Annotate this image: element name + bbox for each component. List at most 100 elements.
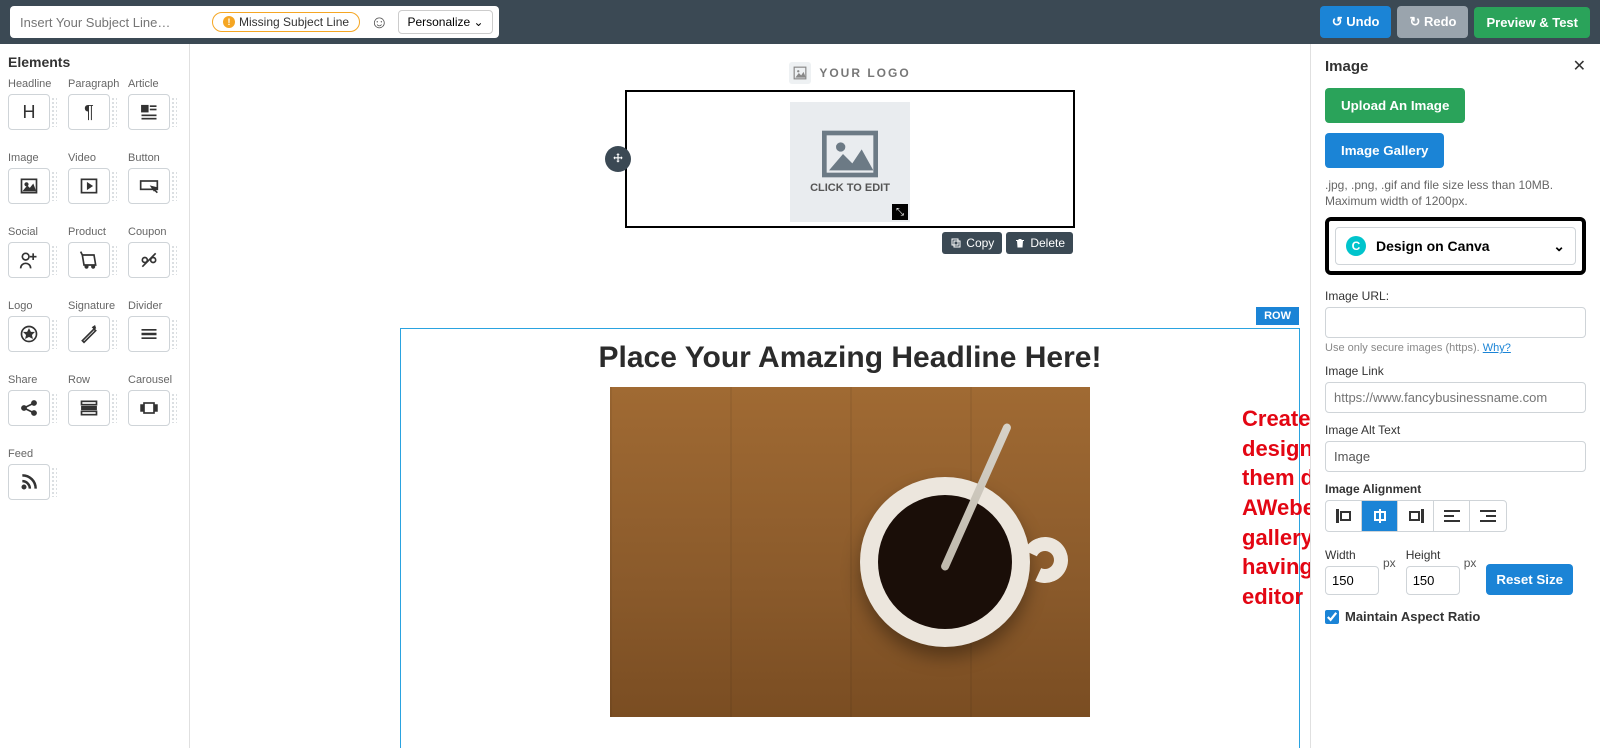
aspect-label: Maintain Aspect Ratio bbox=[1345, 609, 1480, 624]
personalize-label: Personalize bbox=[407, 15, 470, 29]
subject-input[interactable] bbox=[16, 11, 206, 34]
element-label: Share bbox=[8, 374, 64, 386]
element-label: Signature bbox=[68, 300, 124, 312]
redo-label: Redo bbox=[1424, 14, 1457, 29]
aspect-checkbox-input[interactable] bbox=[1325, 610, 1339, 624]
image-alignment-label: Image Alignment bbox=[1325, 482, 1586, 496]
width-input[interactable] bbox=[1325, 566, 1379, 595]
chevron-down-icon: ⌄ bbox=[474, 15, 484, 29]
element-label: Carousel bbox=[128, 374, 184, 386]
secure-hint-text: Use only secure images (https). bbox=[1325, 342, 1483, 354]
email-canvas: YOUR LOGO CLICK TO EDIT ⤡ Copy bbox=[190, 44, 1310, 748]
delete-button[interactable]: Delete bbox=[1006, 232, 1073, 254]
emoji-button[interactable]: ☺ bbox=[366, 12, 392, 33]
element-logo[interactable] bbox=[8, 316, 50, 352]
redo-button[interactable]: ↻ Redo bbox=[1397, 6, 1468, 38]
row-block[interactable]: ROW Place Your Amazing Headline Here! bbox=[400, 328, 1300, 748]
missing-subject-badge: ! Missing Subject Line bbox=[212, 12, 360, 32]
logo-placeholder-icon bbox=[789, 62, 811, 84]
element-feed[interactable] bbox=[8, 464, 50, 500]
align-left-button[interactable] bbox=[1326, 501, 1362, 531]
element-signature[interactable] bbox=[68, 316, 110, 352]
topbar: ! Missing Subject Line ☺ Personalize ⌄ ↺… bbox=[0, 0, 1600, 44]
align-right-button[interactable] bbox=[1398, 501, 1434, 531]
chevron-down-icon: ⌄ bbox=[1553, 238, 1565, 255]
secure-hint: Use only secure images (https). Why? bbox=[1325, 342, 1586, 354]
headline-text[interactable]: Place Your Amazing Headline Here! bbox=[401, 329, 1299, 383]
canva-label: Design on Canva bbox=[1376, 238, 1490, 254]
your-logo-block[interactable]: YOUR LOGO bbox=[390, 44, 1310, 90]
element-row[interactable] bbox=[68, 390, 110, 426]
image-gallery-button[interactable]: Image Gallery bbox=[1325, 133, 1444, 168]
align-text-right-button[interactable] bbox=[1470, 501, 1506, 531]
copy-label: Copy bbox=[966, 236, 994, 250]
element-share[interactable] bbox=[8, 390, 50, 426]
elements-panel: Elements Headline H Paragraph ¶ Article Image… bbox=[0, 44, 190, 748]
element-social[interactable] bbox=[8, 242, 50, 278]
move-handle-icon[interactable] bbox=[605, 146, 631, 172]
delete-label: Delete bbox=[1030, 236, 1065, 250]
close-icon[interactable]: ✕ bbox=[1573, 56, 1586, 76]
element-label: Logo bbox=[8, 300, 64, 312]
why-link[interactable]: Why? bbox=[1483, 342, 1511, 354]
upload-image-button[interactable]: Upload An Image bbox=[1325, 88, 1465, 123]
element-image[interactable] bbox=[8, 168, 50, 204]
image-alt-input[interactable] bbox=[1325, 441, 1586, 472]
px-label-2: px bbox=[1464, 556, 1477, 576]
design-on-canva-button[interactable]: C Design on Canva ⌄ bbox=[1335, 227, 1576, 265]
element-label: Feed bbox=[8, 448, 64, 460]
preview-test-button[interactable]: Preview & Test bbox=[1474, 7, 1590, 38]
copy-button[interactable]: Copy bbox=[942, 232, 1002, 254]
personalize-button[interactable]: Personalize ⌄ bbox=[398, 10, 492, 34]
element-label: Coupon bbox=[128, 226, 184, 238]
maintain-aspect-checkbox[interactable]: Maintain Aspect Ratio bbox=[1325, 609, 1586, 624]
undo-label: Undo bbox=[1346, 14, 1379, 29]
click-to-edit-label: CLICK TO EDIT bbox=[810, 182, 890, 194]
element-label: Article bbox=[128, 78, 184, 90]
align-center-button[interactable] bbox=[1362, 501, 1398, 531]
element-label: Headline bbox=[8, 78, 64, 90]
alignment-segmented bbox=[1325, 500, 1507, 532]
element-label: Button bbox=[128, 152, 184, 164]
annotation-text: Create Canva designs and save them direc… bbox=[1242, 404, 1310, 612]
image-url-label: Image URL: bbox=[1325, 289, 1586, 303]
canva-highlight-box: C Design on Canva ⌄ bbox=[1325, 217, 1586, 275]
resize-handle-icon[interactable]: ⤡ bbox=[892, 204, 908, 220]
height-input[interactable] bbox=[1406, 566, 1460, 595]
height-label: Height bbox=[1406, 548, 1460, 562]
px-label-1: px bbox=[1383, 556, 1396, 576]
missing-subject-label: Missing Subject Line bbox=[239, 15, 349, 29]
element-label: Row bbox=[68, 374, 124, 386]
element-video[interactable] bbox=[68, 168, 110, 204]
image-link-label: Image Link bbox=[1325, 364, 1586, 378]
panel-title: Image bbox=[1325, 58, 1368, 75]
element-divider[interactable] bbox=[128, 316, 170, 352]
align-text-left-button[interactable] bbox=[1434, 501, 1470, 531]
element-coupon[interactable] bbox=[128, 242, 170, 278]
element-article[interactable] bbox=[128, 94, 170, 130]
subject-line-area: ! Missing Subject Line ☺ Personalize ⌄ bbox=[10, 6, 499, 38]
undo-button[interactable]: ↺ Undo bbox=[1320, 6, 1392, 38]
file-hint: .jpg, .png, .gif and file size less than… bbox=[1325, 178, 1586, 209]
elements-title: Elements bbox=[8, 54, 181, 70]
element-label: Divider bbox=[128, 300, 184, 312]
element-headline[interactable]: H bbox=[8, 94, 50, 130]
element-button[interactable] bbox=[128, 168, 170, 204]
element-label: Paragraph bbox=[68, 78, 124, 90]
image-url-input[interactable] bbox=[1325, 307, 1586, 338]
image-alt-label: Image Alt Text bbox=[1325, 423, 1586, 437]
element-label: Product bbox=[68, 226, 124, 238]
width-label: Width bbox=[1325, 548, 1379, 562]
your-logo-label: YOUR LOGO bbox=[819, 66, 910, 80]
element-carousel[interactable] bbox=[128, 390, 170, 426]
element-product[interactable] bbox=[68, 242, 110, 278]
reset-size-button[interactable]: Reset Size bbox=[1486, 564, 1573, 595]
element-paragraph[interactable]: ¶ bbox=[68, 94, 110, 130]
warning-icon: ! bbox=[223, 16, 235, 28]
image-placeholder[interactable]: CLICK TO EDIT ⤡ bbox=[790, 102, 910, 222]
content-image[interactable] bbox=[610, 387, 1090, 717]
element-label: Image bbox=[8, 152, 64, 164]
selected-image-block[interactable]: CLICK TO EDIT ⤡ Copy Delete bbox=[625, 90, 1075, 228]
row-tag: ROW bbox=[1256, 307, 1299, 325]
image-link-input[interactable] bbox=[1325, 382, 1586, 413]
